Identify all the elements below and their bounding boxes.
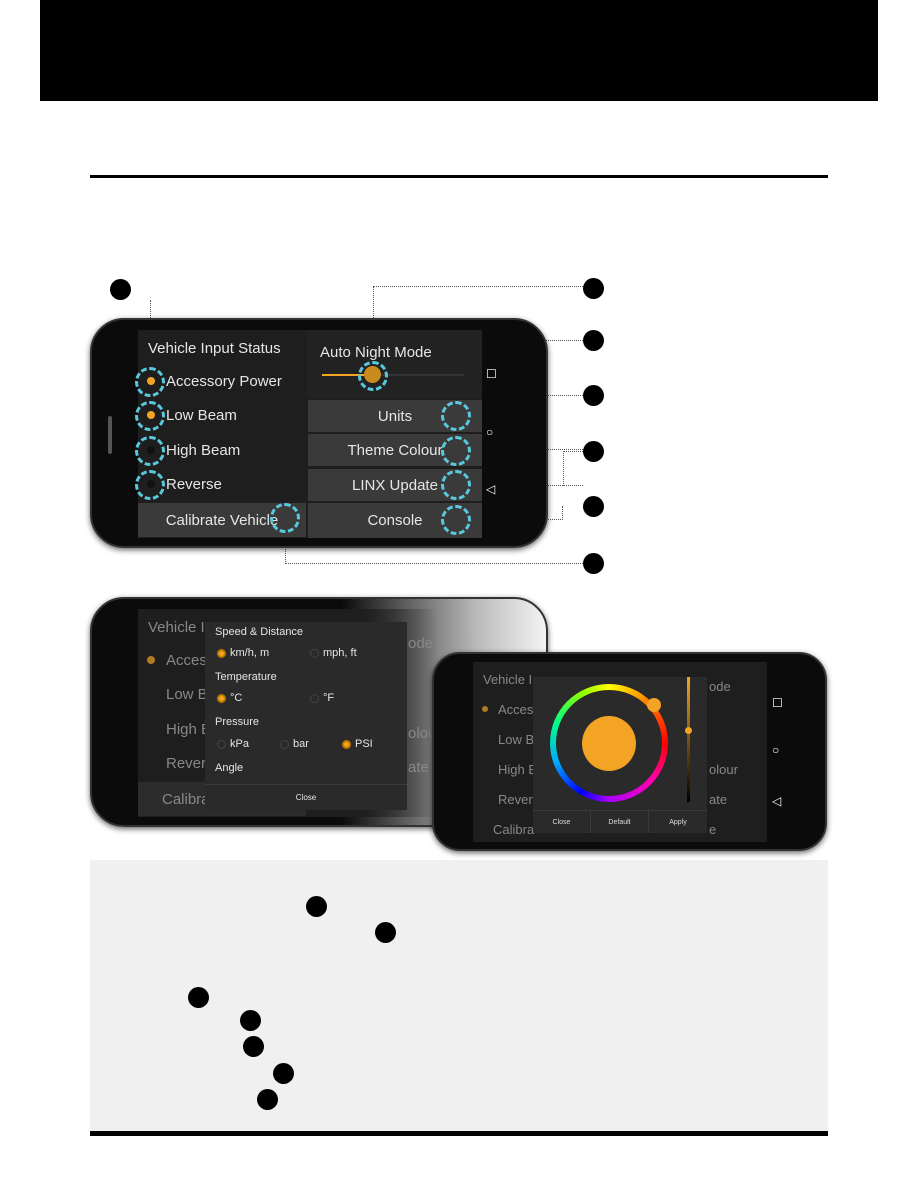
footer-rule	[90, 1131, 828, 1136]
callout-marker	[257, 1089, 278, 1110]
option-label: kPa	[230, 738, 249, 750]
accessory-led	[147, 656, 155, 664]
callout-marker	[583, 441, 604, 462]
radio-mph[interactable]: mph, ft	[310, 647, 357, 659]
highlight-ring	[270, 503, 300, 533]
bg-text: Rever	[498, 792, 533, 807]
callout-marker	[583, 278, 604, 299]
highlight-ring	[441, 401, 471, 431]
screen: Vehicle Input Status Accessory Power Low…	[138, 330, 482, 538]
highlight-ring	[135, 401, 165, 431]
callout-marker	[375, 922, 396, 943]
callout-marker	[306, 896, 327, 917]
bg-text: Vehicle I	[148, 619, 205, 636]
bg-text: Rever	[166, 755, 207, 772]
highlight-ring	[135, 436, 165, 466]
angle-heading: Angle	[215, 762, 244, 774]
radio-km[interactable]: km/h, m	[217, 647, 269, 659]
highlight-ring	[135, 470, 165, 500]
highlight-ring	[135, 367, 165, 397]
bg-text: Low B	[166, 686, 208, 703]
pressure-heading: Pressure	[215, 716, 260, 728]
callout-marker	[583, 385, 604, 406]
hue-handle[interactable]	[647, 698, 661, 712]
option-label: mph, ft	[323, 647, 357, 659]
callout-marker	[240, 1010, 261, 1031]
bg-text: ate	[709, 792, 728, 807]
highlight-ring	[441, 436, 471, 466]
header-bar	[40, 0, 878, 101]
circle-icon[interactable]: ○	[772, 743, 779, 757]
option-label: bar	[293, 738, 309, 750]
leader-line	[563, 451, 583, 486]
bg-text: Acces	[498, 702, 534, 717]
callout-marker	[273, 1063, 294, 1084]
brightness-thumb[interactable]	[685, 727, 692, 734]
auto-night-panel	[307, 330, 482, 398]
square-icon[interactable]: ☐	[772, 696, 783, 710]
theme-colour-dialog: Close Default Apply	[533, 677, 707, 833]
bg-text: e	[709, 822, 717, 837]
highlight-ring	[358, 361, 388, 391]
bg-text: ate	[408, 759, 429, 776]
option-label: °C	[230, 692, 243, 704]
close-button[interactable]: Close	[205, 784, 407, 810]
radio-bar[interactable]: bar	[280, 738, 309, 750]
radio-psi[interactable]: PSI	[342, 738, 373, 750]
bg-text: ode	[408, 635, 434, 652]
square-icon[interactable]: ☐	[486, 367, 497, 381]
input-label: Accessory Power	[166, 373, 282, 390]
highlight-ring	[441, 505, 471, 535]
circle-icon[interactable]: ○	[486, 425, 493, 439]
option-label: PSI	[355, 738, 373, 750]
bg-text: Low B	[498, 732, 535, 747]
highlight-ring	[441, 470, 471, 500]
colour-preview	[582, 716, 636, 771]
bg-text: olour	[709, 762, 738, 777]
vehicle-input-title: Vehicle Input Status	[148, 340, 281, 357]
bg-text: Acces	[166, 652, 207, 669]
callout-marker	[243, 1036, 264, 1057]
auto-night-title: Auto Night Mode	[320, 344, 432, 361]
callout-marker	[188, 987, 209, 1008]
phone-settings-screen: Vehicle Input Status Accessory Power Low…	[90, 318, 548, 548]
section-rule	[90, 175, 828, 178]
bg-text: Calibra	[162, 791, 210, 808]
apply-button[interactable]: Apply	[649, 810, 707, 833]
bg-text: Vehicle I	[483, 672, 533, 687]
radio-fahrenheit[interactable]: °F	[310, 692, 334, 704]
input-label: Reverse	[166, 476, 222, 493]
default-button[interactable]: Default	[591, 810, 649, 833]
units-dialog: Speed & Distance km/h, m mph, ft Tempera…	[205, 622, 407, 810]
callout-marker	[583, 496, 604, 517]
option-label: °F	[323, 692, 335, 704]
bg-text: Calibra	[493, 822, 535, 837]
input-label: High Beam	[166, 442, 241, 459]
radio-kpa[interactable]: kPa	[217, 738, 249, 750]
temperature-heading: Temperature	[215, 671, 277, 683]
option-label: km/h, m	[230, 647, 270, 659]
speed-heading: Speed & Distance	[215, 626, 304, 638]
triangle-back-icon[interactable]: ◁	[486, 482, 495, 496]
accessory-led	[482, 706, 488, 712]
triangle-back-icon[interactable]: ◁	[772, 794, 781, 808]
callout-marker	[583, 553, 604, 574]
radio-celsius[interactable]: °C	[217, 692, 242, 704]
input-label: Low Beam	[166, 407, 237, 424]
callout-marker	[583, 330, 604, 351]
bg-text: High B	[498, 762, 538, 777]
callout-marker	[110, 279, 131, 300]
close-button[interactable]: Close	[533, 810, 591, 833]
side-button	[108, 416, 112, 454]
brightness-slider[interactable]	[687, 677, 690, 802]
bg-text: ode	[709, 679, 731, 694]
